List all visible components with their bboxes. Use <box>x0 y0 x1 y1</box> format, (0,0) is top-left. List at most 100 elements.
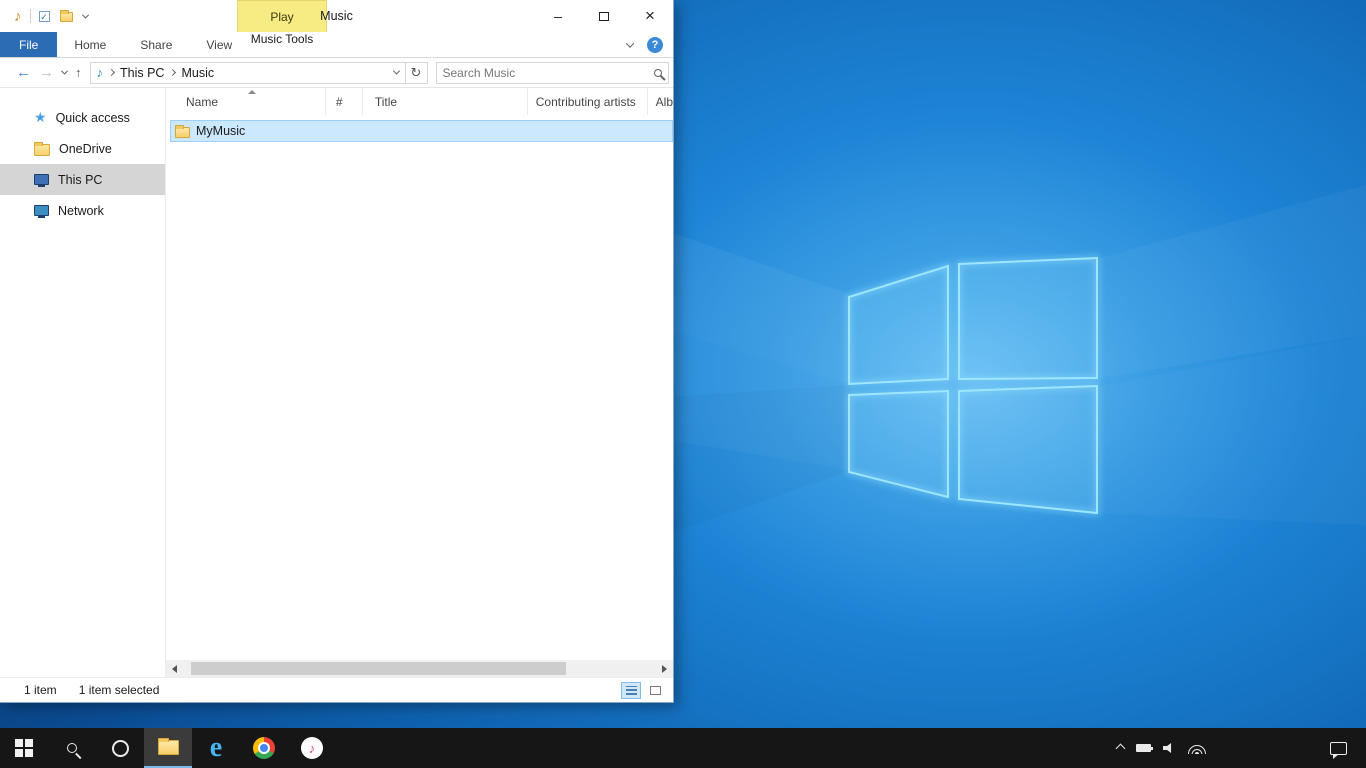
file-name: MyMusic <box>196 124 245 138</box>
cortana-button[interactable] <box>96 728 144 768</box>
internet-explorer-button[interactable]: e <box>192 728 240 768</box>
taskbar: e ♪ <box>0 728 1366 768</box>
item-count: 1 item <box>24 683 57 697</box>
music-note-icon: ♪ <box>14 8 22 25</box>
file-list-empty-area[interactable] <box>166 142 673 660</box>
scroll-left-button[interactable] <box>166 660 183 677</box>
breadcrumb-music[interactable]: Music <box>181 66 214 80</box>
details-view-button[interactable] <box>621 682 641 699</box>
address-bar[interactable]: ♪ This PC Music <box>90 62 406 84</box>
sidebar-item-onedrive[interactable]: OneDrive <box>0 133 165 164</box>
sidebar-item-network[interactable]: Network <box>0 195 165 226</box>
ribbon-tabs: File Home Share View Music Tools ? <box>0 32 673 58</box>
taskbar-search-button[interactable] <box>48 728 96 768</box>
tab-play-label: Play <box>270 10 293 24</box>
column-header-album[interactable]: Alb <box>648 88 673 115</box>
scrollbar-thumb[interactable] <box>191 662 566 675</box>
search-box[interactable] <box>436 62 670 84</box>
selection-count: 1 item selected <box>79 683 160 697</box>
column-header-title[interactable]: Title <box>363 88 528 115</box>
sidebar-item-this-pc[interactable]: This PC <box>0 164 165 195</box>
sidebar-item-quick-access[interactable]: ★ Quick access <box>0 102 165 133</box>
address-dropdown-caret-icon[interactable] <box>392 68 399 75</box>
scroll-right-button[interactable] <box>656 660 673 677</box>
window-body: ★ Quick access OneDrive This PC Network <box>0 88 673 677</box>
scrollbar-track[interactable] <box>183 660 656 677</box>
details-view-icon <box>626 686 637 695</box>
sort-ascending-icon <box>248 90 256 94</box>
breadcrumb-chevron-icon <box>169 69 176 76</box>
file-row-mymusic[interactable]: MyMusic <box>170 120 673 142</box>
minimize-button[interactable]: – <box>535 0 581 32</box>
column-header-number[interactable]: # <box>326 88 363 115</box>
tab-play[interactable]: Play <box>237 0 327 32</box>
itunes-button[interactable]: ♪ <box>288 728 336 768</box>
system-tray <box>1117 728 1206 768</box>
sidebar-item-label: Quick access <box>56 111 130 125</box>
breadcrumb-this-pc[interactable]: This PC <box>120 66 164 80</box>
address-row: ← → ↑ ♪ This PC Music ↻ <box>0 58 673 88</box>
refresh-button[interactable]: ↻ <box>406 62 428 84</box>
battery-icon[interactable] <box>1136 744 1151 752</box>
internet-explorer-icon: e <box>210 734 222 762</box>
window-controls: – × <box>535 0 673 32</box>
sidebar-item-label: OneDrive <box>59 142 112 156</box>
column-header-name[interactable]: Name <box>166 88 326 115</box>
music-location-icon: ♪ <box>97 65 104 80</box>
status-bar: 1 item 1 item selected <box>0 677 673 702</box>
computer-icon <box>34 174 49 185</box>
close-button[interactable]: × <box>627 0 673 32</box>
windows-logo <box>849 258 1097 513</box>
forward-button[interactable]: → <box>39 65 54 80</box>
network-icon <box>34 205 49 216</box>
sidebar-item-label: Network <box>58 204 104 218</box>
tab-share[interactable]: Share <box>123 32 189 57</box>
cortana-circle-icon <box>112 740 129 757</box>
action-center-icon <box>1330 742 1347 755</box>
large-icons-view-button[interactable] <box>645 682 665 699</box>
breadcrumb-chevron-icon <box>108 69 115 76</box>
windows-logo-icon <box>15 739 33 757</box>
recent-locations-caret-icon[interactable] <box>61 68 68 75</box>
navigation-pane: ★ Quick access OneDrive This PC Network <box>0 88 165 677</box>
quick-access-toolbar: ✓ <box>39 10 88 22</box>
back-button[interactable]: ← <box>16 65 31 80</box>
hidden-icons-chevron-icon[interactable] <box>1116 743 1126 753</box>
maximize-button[interactable] <box>581 0 627 32</box>
quick-access-star-icon: ★ <box>34 109 47 126</box>
chrome-icon <box>253 737 275 759</box>
column-header-contributing-artists[interactable]: Contributing artists <box>528 88 648 115</box>
start-button[interactable] <box>0 728 48 768</box>
properties-icon[interactable]: ✓ <box>39 11 50 22</box>
tab-group-music-tools[interactable]: Music Tools <box>237 32 327 46</box>
titlebar[interactable]: ♪ ✓ Play Music – × <box>0 0 673 32</box>
tab-home[interactable]: Home <box>57 32 123 57</box>
sidebar-item-label: This PC <box>58 173 102 187</box>
wifi-icon[interactable] <box>1188 742 1206 754</box>
new-folder-icon[interactable] <box>60 12 73 22</box>
taskbar-file-explorer-button[interactable] <box>144 728 192 768</box>
search-input[interactable] <box>443 66 655 80</box>
customize-toolbar-caret-icon[interactable] <box>81 11 88 18</box>
maximize-icon <box>599 12 609 21</box>
onedrive-icon <box>34 144 50 156</box>
up-button[interactable]: ↑ <box>75 66 82 79</box>
search-icon <box>654 69 662 77</box>
action-center-button[interactable] <box>1318 728 1358 768</box>
search-icon <box>67 743 77 753</box>
collapse-ribbon-icon[interactable] <box>626 39 634 47</box>
horizontal-scrollbar[interactable] <box>166 660 673 677</box>
logo-glow <box>625 126 1325 646</box>
file-explorer-window: ♪ ✓ Play Music – × File Home Share View <box>0 0 674 703</box>
ribbon-right-controls: ? <box>627 32 673 57</box>
light-beam <box>1100 335 1366 525</box>
tab-file[interactable]: File <box>0 32 57 57</box>
view-toggle-buttons <box>621 682 665 699</box>
volume-icon[interactable] <box>1163 743 1176 754</box>
help-icon[interactable]: ? <box>647 37 663 53</box>
file-list-pane: Name # Title Contributing artists Alb My… <box>165 88 673 677</box>
chrome-button[interactable] <box>240 728 288 768</box>
column-header-row: Name # Title Contributing artists Alb <box>166 88 673 115</box>
file-explorer-icon <box>158 740 179 755</box>
light-beam <box>1100 185 1366 378</box>
